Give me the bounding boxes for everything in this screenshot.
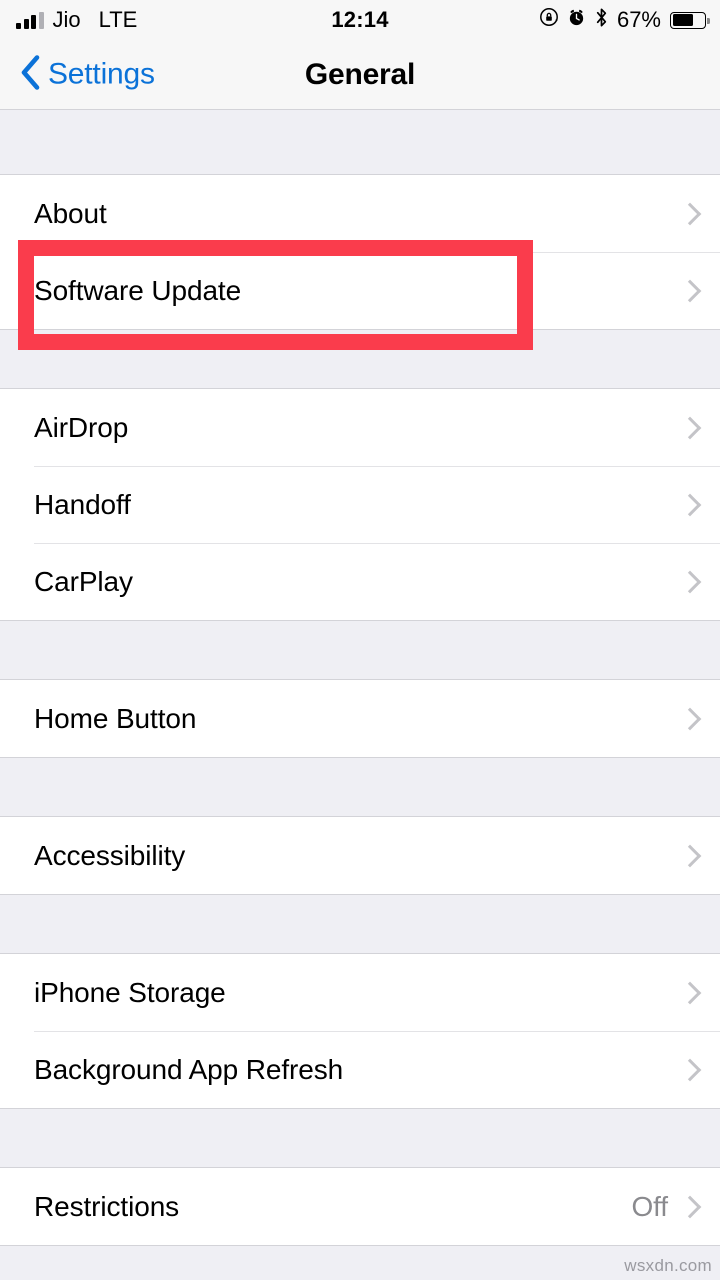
row-software-update[interactable]: Software Update <box>0 252 720 329</box>
chevron-right-icon <box>678 570 702 593</box>
settings-list: About Software Update AirDrop Handoff Ca… <box>0 111 720 1280</box>
row-label: Handoff <box>34 488 131 520</box>
row-label: Software Update <box>34 274 242 306</box>
chevron-right-icon <box>678 416 702 439</box>
row-label: Accessibility <box>34 839 186 871</box>
chevron-right-icon <box>678 707 702 730</box>
settings-group: Accessibility <box>0 816 720 895</box>
row-label: iPhone Storage <box>34 976 226 1008</box>
settings-group: About Software Update <box>0 174 720 330</box>
bluetooth-icon <box>594 7 609 34</box>
row-home-button[interactable]: Home Button <box>0 680 720 757</box>
row-label: Restrictions <box>34 1190 180 1222</box>
settings-group: Restrictions Off <box>0 1167 720 1246</box>
row-airdrop[interactable]: AirDrop <box>0 389 720 466</box>
row-about[interactable]: About <box>0 175 720 252</box>
alarm-clock-icon <box>567 7 586 33</box>
settings-group: AirDrop Handoff CarPlay <box>0 388 720 621</box>
group-spacer <box>0 1109 720 1167</box>
settings-group: iPhone Storage Background App Refresh <box>0 953 720 1109</box>
rotation-lock-icon <box>539 7 559 33</box>
chevron-right-icon <box>678 844 702 867</box>
row-label: About <box>34 197 107 229</box>
group-spacer <box>0 621 720 679</box>
settings-group: Home Button <box>0 679 720 758</box>
list-top-spacer <box>0 111 720 174</box>
navigation-bar: Settings General <box>0 40 720 110</box>
chevron-right-icon <box>678 493 702 516</box>
row-restrictions[interactable]: Restrictions Off <box>0 1168 720 1245</box>
chevron-right-icon <box>678 1195 702 1218</box>
chevron-right-icon <box>678 279 702 302</box>
row-handoff[interactable]: Handoff <box>0 466 720 543</box>
chevron-right-icon <box>678 981 702 1004</box>
row-label: AirDrop <box>34 411 129 443</box>
battery-icon <box>670 11 710 29</box>
row-value: Off <box>631 1190 668 1222</box>
group-spacer <box>0 758 720 816</box>
row-accessibility[interactable]: Accessibility <box>0 817 720 894</box>
group-spacer <box>0 330 720 388</box>
battery-percentage: 67% <box>616 7 661 32</box>
row-label: Background App Refresh <box>34 1053 344 1085</box>
status-bar-right: 67% <box>539 7 710 34</box>
page-title: General <box>304 57 416 91</box>
chevron-right-icon <box>678 202 702 225</box>
row-background-app-refresh[interactable]: Background App Refresh <box>0 1031 720 1108</box>
row-carplay[interactable]: CarPlay <box>0 543 720 620</box>
row-label: CarPlay <box>34 565 133 597</box>
group-spacer <box>0 895 720 953</box>
chevron-right-icon <box>678 1058 702 1081</box>
watermark: wsxdn.com <box>624 1256 712 1275</box>
row-iphone-storage[interactable]: iPhone Storage <box>0 954 720 1031</box>
row-label: Home Button <box>34 702 197 734</box>
status-bar: Jio LTE 12:14 67% <box>0 0 720 40</box>
